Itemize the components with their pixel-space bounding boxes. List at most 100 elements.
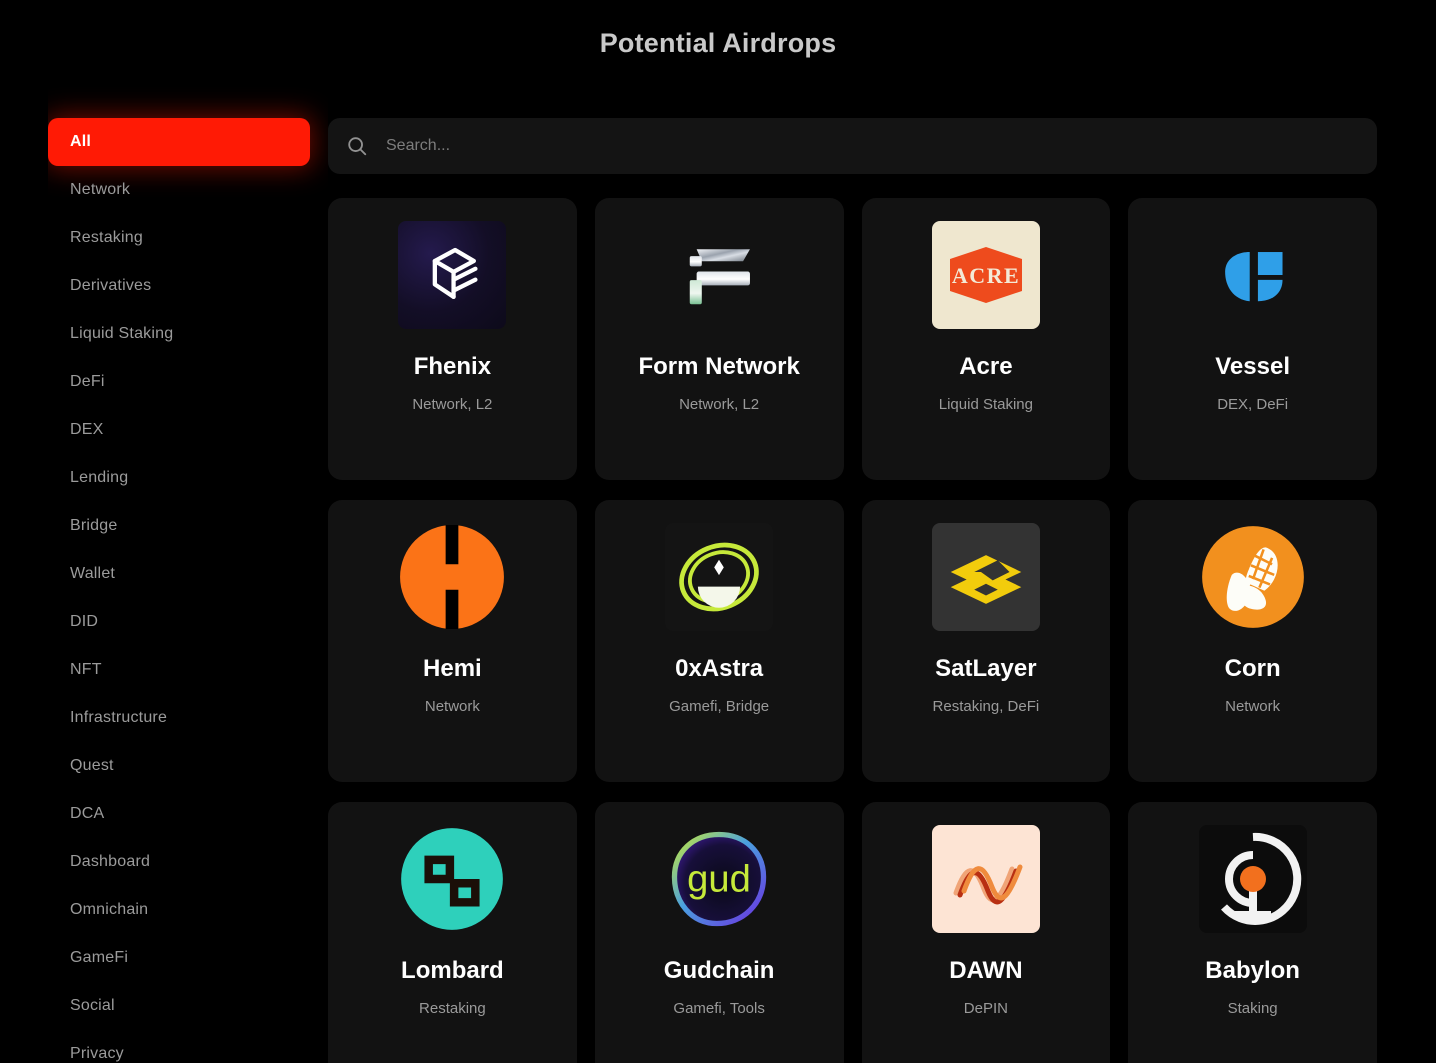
- card-title: Corn: [1224, 655, 1281, 682]
- airdrop-card[interactable]: Corn Network: [1128, 500, 1377, 782]
- hemi-logo: [398, 523, 506, 631]
- sidebar-item-network[interactable]: Network: [48, 166, 328, 214]
- search-bar[interactable]: [328, 118, 1377, 174]
- card-title: DAWN: [949, 957, 1023, 984]
- card-tags: Restaking, DeFi: [932, 698, 1040, 716]
- sidebar-item-privacy[interactable]: Privacy: [48, 1030, 328, 1063]
- sidebar-item-restaking[interactable]: Restaking: [48, 214, 328, 262]
- sidebar-item-label: GameFi: [70, 949, 129, 966]
- airdrop-card[interactable]: Lombard Restaking: [328, 802, 577, 1063]
- sidebar-item-label: Quest: [70, 757, 114, 774]
- airdrop-card[interactable]: 0xAstra Gamefi, Bridge: [594, 500, 844, 782]
- svg-text:ACRE: ACRE: [952, 263, 1020, 288]
- sidebar-item-label: Restaking: [70, 229, 143, 246]
- card-tags: Staking: [1227, 1000, 1278, 1018]
- airdrop-card[interactable]: Fhenix Network, L2: [328, 198, 577, 480]
- fhenix-logo: [398, 221, 507, 329]
- sidebar-item-gamefi[interactable]: GameFi: [48, 934, 328, 982]
- corn-logo: [1199, 523, 1307, 631]
- sidebar-item-did[interactable]: DID: [48, 598, 328, 646]
- vessel-logo: [1199, 221, 1307, 329]
- card-title: 0xAstra: [675, 655, 764, 682]
- satlayer-logo: [931, 523, 1040, 631]
- airdrop-card[interactable]: SatLayer Restaking, DeFi: [861, 500, 1111, 782]
- page-title: Potential Airdrops: [599, 27, 837, 58]
- card-tags: Gamefi, Tools: [673, 1000, 765, 1018]
- 0xastra-logo: [665, 523, 774, 631]
- sidebar-item-wallet[interactable]: Wallet: [48, 550, 328, 598]
- sidebar-item-dca[interactable]: DCA: [48, 790, 328, 838]
- svg-text:gud: gud: [687, 858, 751, 901]
- page-body: All Network Restaking Derivatives Liquid Sta…: [0, 86, 1436, 1063]
- card-title: Form Network: [638, 353, 800, 380]
- sidebar-item-social[interactable]: Social: [48, 982, 328, 1030]
- card-tags: Network, L2: [412, 396, 493, 414]
- sidebar-item-label: Bridge: [70, 517, 118, 534]
- sidebar-item-nft[interactable]: NFT: [48, 646, 328, 694]
- sidebar-item-label: Wallet: [70, 565, 116, 582]
- card-tags: Liquid Staking: [938, 396, 1033, 414]
- card-title: SatLayer: [935, 655, 1037, 682]
- sidebar-item-liquid-staking[interactable]: Liquid Staking: [48, 310, 328, 358]
- sidebar-item-label: NFT: [70, 661, 102, 678]
- card-title: Fhenix: [413, 353, 492, 380]
- sidebar-item-label: All: [70, 133, 92, 150]
- card-tags: DEX, DeFi: [1217, 396, 1289, 414]
- form-network-logo: [665, 221, 773, 329]
- search-icon: [346, 135, 368, 157]
- card-tags: DePIN: [963, 1000, 1008, 1018]
- sidebar-item-label: Liquid Staking: [70, 325, 174, 342]
- airdrop-card[interactable]: DAWN DePIN: [861, 802, 1111, 1063]
- sidebar-item-bridge[interactable]: Bridge: [48, 502, 328, 550]
- main-content: Fhenix Network, L2: [328, 86, 1436, 1063]
- sidebar-item-omnichain[interactable]: Omnichain: [48, 886, 328, 934]
- card-tags: Network: [1225, 698, 1281, 716]
- sidebar-item-label: Dashboard: [70, 853, 151, 870]
- card-title: Acre: [959, 353, 1013, 380]
- airdrops-page: Potential Airdrops All Network Restaking De…: [0, 0, 1436, 1063]
- dawn-logo: [931, 825, 1040, 933]
- sidebar-item-dashboard[interactable]: Dashboard: [48, 838, 328, 886]
- card-tags: Gamefi, Bridge: [669, 698, 770, 716]
- category-sidebar: All Network Restaking Derivatives Liquid Sta…: [48, 86, 328, 1063]
- airdrop-card[interactable]: gud Gudchain Gamefi, Tools: [594, 802, 844, 1063]
- sidebar-item-lending[interactable]: Lending: [48, 454, 328, 502]
- page-header: Potential Airdrops: [0, 0, 1436, 86]
- sidebar-item-label: Derivatives: [70, 277, 152, 294]
- sidebar-item-label: Lending: [70, 469, 129, 486]
- sidebar-item-all[interactable]: All: [48, 118, 310, 166]
- card-title: Hemi: [423, 655, 482, 682]
- sidebar-item-label: DCA: [70, 805, 105, 822]
- sidebar-item-defi[interactable]: DeFi: [48, 358, 328, 406]
- sidebar-item-label: DID: [70, 613, 99, 630]
- sidebar-item-label: Privacy: [70, 1045, 124, 1062]
- sidebar-item-label: Network: [70, 181, 131, 198]
- card-tags: Network, L2: [679, 396, 760, 414]
- card-title: Vessel: [1215, 353, 1290, 380]
- airdrop-card[interactable]: Hemi Network: [328, 500, 577, 782]
- babylon-logo: [1198, 825, 1307, 933]
- sidebar-item-derivatives[interactable]: Derivatives: [48, 262, 328, 310]
- sidebar-item-label: DeFi: [70, 373, 105, 390]
- lombard-logo: [398, 825, 506, 933]
- card-title: Babylon: [1205, 957, 1300, 984]
- airdrop-card[interactable]: ACRE Acre Liquid Staking: [861, 198, 1111, 480]
- card-title: Lombard: [401, 957, 504, 984]
- sidebar-item-infrastructure[interactable]: Infrastructure: [48, 694, 328, 742]
- airdrop-card[interactable]: Vessel DEX, DeFi: [1128, 198, 1377, 480]
- sidebar-item-label: DEX: [70, 421, 104, 438]
- gudchain-logo: gud: [665, 825, 773, 933]
- airdrop-card[interactable]: Babylon Staking: [1128, 802, 1377, 1063]
- acre-logo: ACRE: [931, 221, 1040, 329]
- sidebar-item-label: Social: [70, 997, 115, 1014]
- sidebar-item-label: Infrastructure: [70, 709, 168, 726]
- airdrop-card[interactable]: Form Network Network, L2: [594, 198, 844, 480]
- sidebar-item-label: Omnichain: [70, 901, 149, 918]
- card-title: Gudchain: [663, 957, 775, 984]
- card-tags: Network: [424, 698, 480, 716]
- sidebar-item-dex[interactable]: DEX: [48, 406, 328, 454]
- card-tags: Restaking: [419, 1000, 486, 1018]
- airdrop-card-grid: Fhenix Network, L2 Form Network Network,…: [328, 198, 1377, 1063]
- search-input[interactable]: [386, 137, 1359, 155]
- sidebar-item-quest[interactable]: Quest: [48, 742, 328, 790]
